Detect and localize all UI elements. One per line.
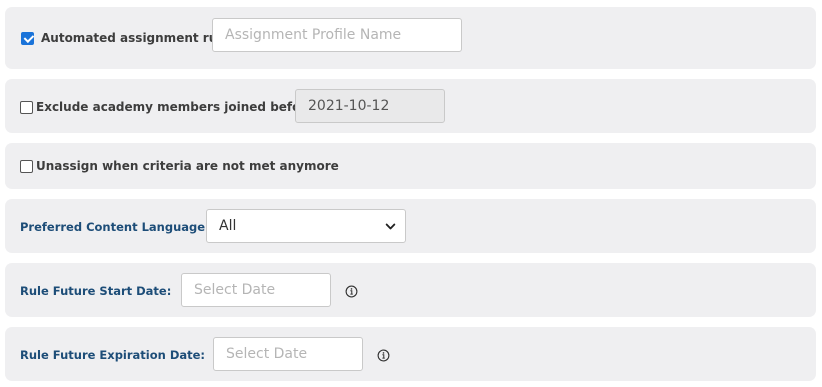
future-start-panel: Rule Future Start Date: Select Date [5, 263, 816, 317]
info-icon[interactable] [377, 349, 390, 362]
unassign-label: Unassign when criteria are not met anymo… [36, 159, 339, 173]
exclude-members-row: Exclude academy members joined before [20, 98, 314, 116]
unassign-panel: Unassign when criteria are not met anymo… [5, 143, 816, 189]
automated-rule-checkbox[interactable] [21, 31, 34, 45]
content-language-selected: All [219, 218, 237, 234]
future-expiration-placeholder: Select Date [226, 346, 308, 362]
content-language-panel: Preferred Content Language: All [5, 199, 816, 253]
content-language-row: Preferred Content Language: [20, 218, 210, 236]
future-expiration-date-input[interactable]: Select Date [213, 337, 363, 371]
content-language-select[interactable]: All [206, 209, 406, 243]
exclude-members-checkbox[interactable] [20, 100, 33, 114]
unassign-checkbox[interactable] [20, 159, 33, 173]
chevron-down-icon [385, 223, 396, 229]
info-icon[interactable] [345, 285, 358, 298]
unassign-row: Unassign when criteria are not met anymo… [20, 157, 339, 175]
future-start-label: Rule Future Start Date: [20, 284, 172, 298]
future-expiration-panel: Rule Future Expiration Date: Select Date [5, 327, 816, 381]
future-start-placeholder: Select Date [194, 282, 276, 298]
content-language-label: Preferred Content Language: [20, 220, 210, 234]
future-expiration-row: Rule Future Expiration Date: [20, 346, 205, 364]
automated-rule-row: Automated assignment rule [21, 29, 230, 47]
assignment-profile-name-placeholder: Assignment Profile Name [225, 27, 402, 43]
exclude-date-value: 2021-10-12 [308, 98, 390, 114]
future-start-row: Rule Future Start Date: [20, 282, 171, 300]
exclude-date-field: 2021-10-12 [295, 89, 445, 123]
exclude-members-panel: Exclude academy members joined before 20… [5, 79, 816, 133]
assignment-profile-name-input[interactable]: Assignment Profile Name [212, 18, 462, 52]
automated-rule-label: Automated assignment rule [41, 31, 230, 45]
automated-rule-panel: Automated assignment rule Assignment Pro… [5, 7, 816, 69]
exclude-members-label: Exclude academy members joined before [36, 100, 315, 114]
future-expiration-label: Rule Future Expiration Date: [20, 348, 206, 362]
future-start-date-input[interactable]: Select Date [181, 273, 331, 307]
